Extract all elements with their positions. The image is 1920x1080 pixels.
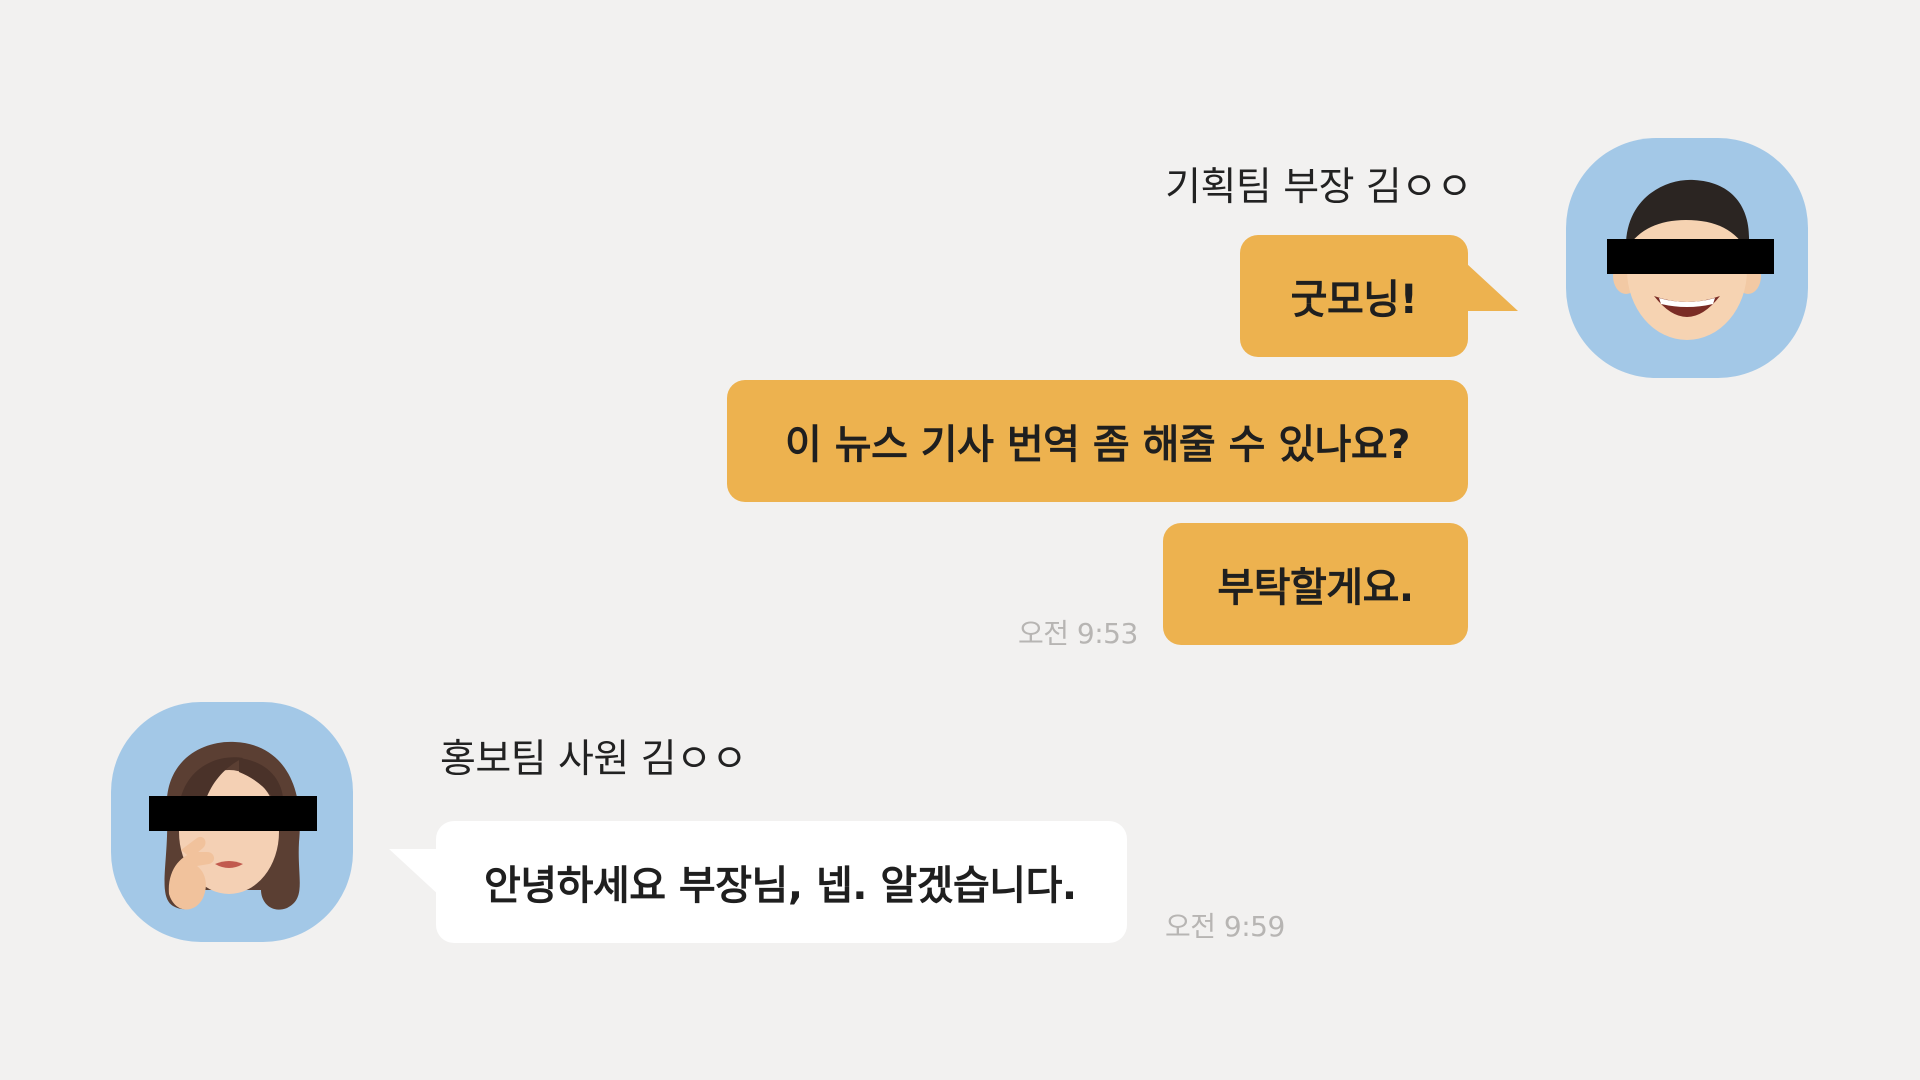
sender-name: 기획팀 부장 김ㅇㅇ bbox=[1165, 165, 1472, 210]
receiver-bubble-tail bbox=[389, 849, 441, 897]
receiver-timestamp: 오전 9:59 bbox=[1165, 910, 1285, 943]
receiver-avatar[interactable] bbox=[111, 702, 353, 942]
receiver-message-bubble[interactable]: 안녕하세요 부장님, 넵. 알겠습니다. bbox=[436, 821, 1127, 943]
chat-screen: 기획팀 부장 김ㅇㅇ 굿모닝! 이 뉴스 기사 번역 좀 해줄 수 있나요? 부… bbox=[0, 0, 1920, 1080]
sender-bubble-tail bbox=[1466, 263, 1518, 311]
sender-message-bubble[interactable]: 굿모닝! bbox=[1240, 235, 1468, 357]
female-memoji-icon bbox=[149, 741, 317, 910]
male-memoji-icon bbox=[1607, 179, 1774, 340]
sender-avatar[interactable] bbox=[1566, 138, 1808, 378]
sender-message-bubble[interactable]: 이 뉴스 기사 번역 좀 해줄 수 있나요? bbox=[727, 380, 1468, 502]
receiver-name: 홍보팀 사원 김ㅇㅇ bbox=[440, 737, 747, 782]
sender-message-bubble[interactable]: 부탁할게요. bbox=[1163, 523, 1468, 645]
sender-timestamp: 오전 9:53 bbox=[1018, 617, 1138, 650]
